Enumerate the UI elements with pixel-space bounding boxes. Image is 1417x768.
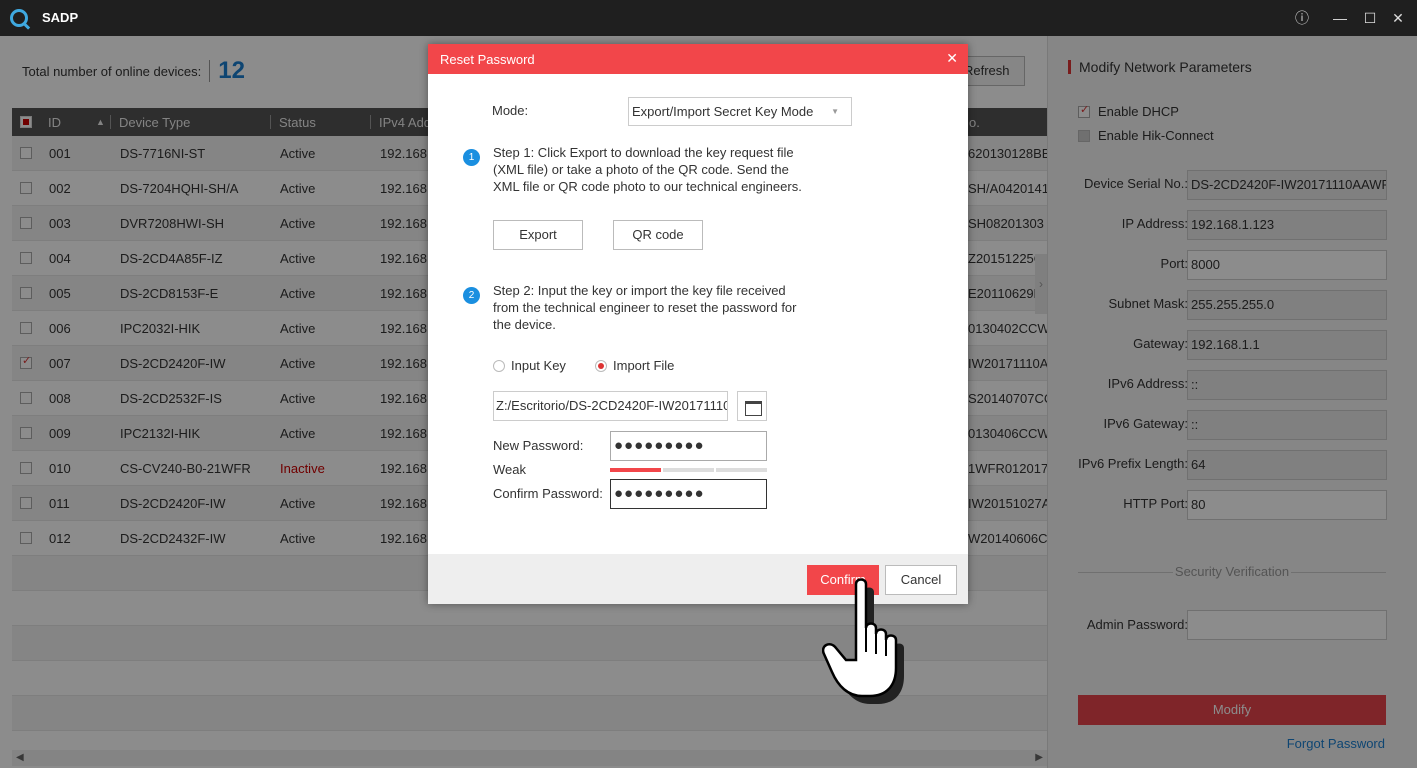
input-key-label: Input Key — [511, 358, 566, 373]
minimize-icon[interactable]: — — [1330, 8, 1350, 28]
strength-segment — [610, 468, 661, 472]
strength-segment — [716, 468, 767, 472]
qr-code-button[interactable]: QR code — [613, 220, 703, 250]
password-strength-label: Weak — [493, 462, 526, 477]
dialog-title: Reset Password — [440, 52, 535, 67]
folder-icon[interactable] — [737, 391, 767, 421]
mode-label: Mode: — [492, 103, 529, 118]
maximize-icon[interactable]: ☐ — [1360, 8, 1380, 28]
strength-segment — [663, 468, 714, 472]
import-file-label: Import File — [613, 358, 675, 373]
dialog-close-icon[interactable]: ✕ — [946, 50, 958, 67]
mode-select[interactable]: Export/Import Secret Key Mode ▼ — [628, 97, 852, 126]
step-1-badge: 1 — [463, 149, 480, 166]
hand-pointer-cursor-icon — [822, 578, 904, 704]
dialog-header: Reset Password ✕ — [428, 44, 968, 74]
import-file-radio[interactable]: Import File — [595, 358, 674, 373]
reset-password-dialog: Reset Password ✕ Mode: Export/Import Sec… — [428, 44, 968, 604]
close-icon[interactable]: ✕ — [1388, 8, 1408, 28]
sadp-logo-icon — [10, 9, 28, 27]
step-1-text: Step 1: Click Export to download the key… — [493, 145, 802, 194]
key-file-path-input[interactable]: Z:/Escritorio/DS-2CD2420F-IW20171110 — [493, 391, 728, 421]
export-button[interactable]: Export — [493, 220, 583, 250]
new-password-label: New Password: — [493, 438, 584, 453]
step-2-badge: 2 — [463, 287, 480, 304]
step-2-text: Step 2: Input the key or import the key … — [493, 283, 797, 332]
radio-button[interactable] — [493, 359, 505, 372]
confirm-password-label: Confirm Password: — [493, 486, 603, 501]
title-bar: SADP ⓘ — ☐ ✕ — [0, 0, 1417, 36]
new-password-input[interactable]: ●●●●●●●●● — [610, 431, 767, 461]
radio-button[interactable] — [595, 359, 607, 372]
app-title: SADP — [42, 10, 79, 25]
chevron-down-icon: ▼ — [831, 107, 839, 116]
info-icon[interactable]: ⓘ — [1292, 8, 1312, 28]
password-strength-meter — [610, 468, 767, 472]
confirm-password-input[interactable]: ●●●●●●●●● — [610, 479, 767, 509]
input-key-radio[interactable]: Input Key — [493, 358, 566, 373]
mode-select-value: Export/Import Secret Key Mode — [632, 104, 814, 119]
